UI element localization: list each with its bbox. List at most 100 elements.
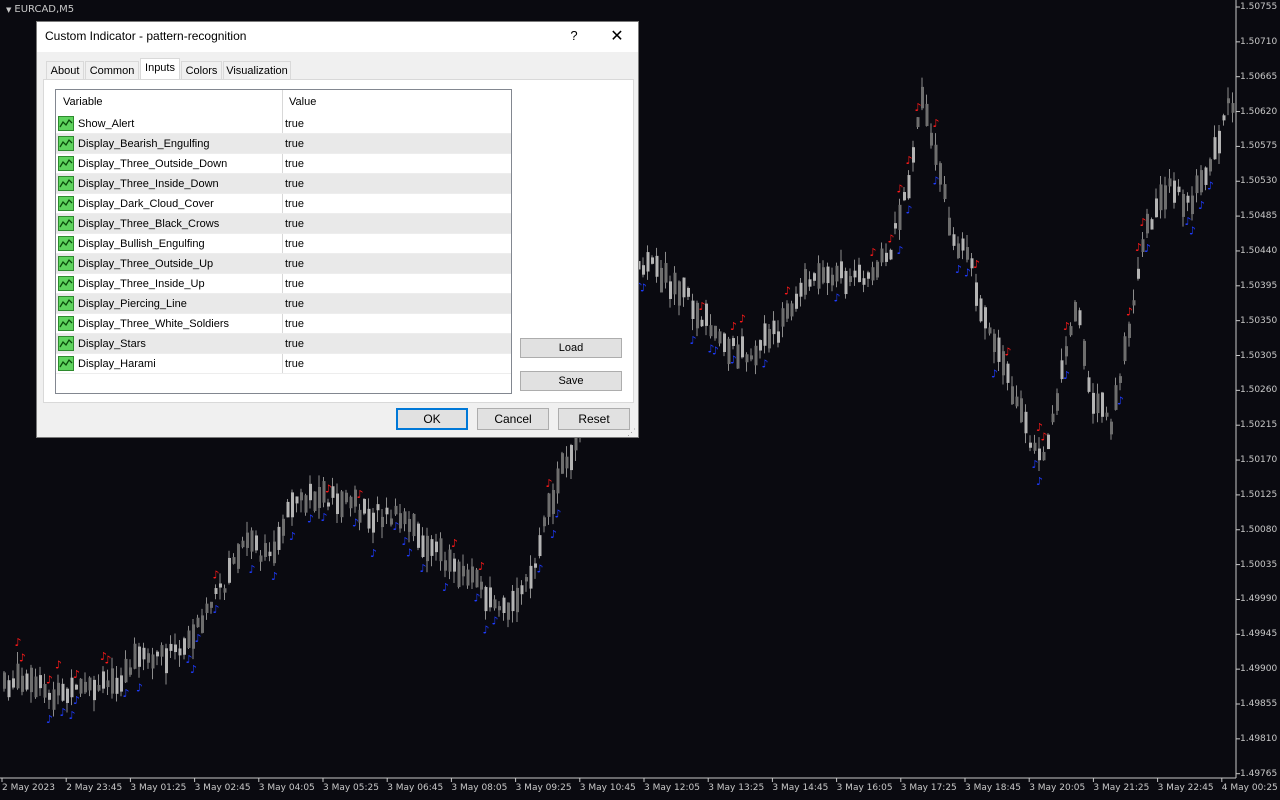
price-tick-label: 1.50395 (1240, 280, 1278, 291)
bullish-pattern-icon: ♪ (897, 244, 904, 257)
time-tick-label: 3 May 12:05 (644, 783, 700, 793)
bullish-pattern-icon: ♪ (393, 520, 400, 533)
close-button[interactable]: ✕ (607, 26, 627, 46)
bullish-pattern-icon: ♪ (69, 709, 76, 722)
table-row[interactable]: Display_Three_White_Soldiers true (56, 314, 511, 334)
table-row[interactable]: Display_Piercing_Line true (56, 294, 511, 314)
bullish-pattern-icon: ♪ (834, 291, 841, 304)
variable-value[interactable]: true (285, 358, 304, 370)
column-header-variable[interactable]: Variable (63, 96, 103, 108)
bearish-pattern-icon: ♪ (1041, 430, 1048, 443)
bullish-pattern-icon: ♪ (1063, 369, 1070, 382)
reset-button[interactable]: Reset (558, 408, 630, 430)
price-tick-label: 1.50440 (1240, 245, 1278, 256)
time-tick-label: 2 May 2023 (2, 783, 55, 793)
table-row[interactable]: Display_Three_Inside_Up true (56, 274, 511, 294)
help-button[interactable]: ? (567, 28, 581, 43)
cancel-button[interactable]: Cancel (477, 408, 549, 430)
table-row[interactable]: Display_Bullish_Engulfing true (56, 234, 511, 254)
variable-value[interactable]: true (285, 338, 304, 350)
variable-value[interactable]: true (285, 158, 304, 170)
variable-name: Display_Stars (78, 338, 146, 350)
variable-value[interactable]: true (285, 178, 304, 190)
variable-icon (58, 136, 74, 151)
price-tick-label: 1.50080 (1240, 524, 1278, 535)
variable-value[interactable]: true (285, 318, 304, 330)
load-button[interactable]: Load (520, 338, 622, 358)
price-tick-label: 1.50710 (1240, 36, 1278, 47)
column-header-value[interactable]: Value (289, 96, 316, 108)
bearish-pattern-icon: ♪ (1135, 241, 1142, 254)
variable-value[interactable]: true (285, 278, 304, 290)
inputs-grid[interactable]: Variable Value Show_Alert true Display_Bea… (55, 89, 512, 394)
variable-icon (58, 116, 74, 131)
table-row[interactable]: Show_Alert true (56, 114, 511, 134)
price-tick-label: 1.50035 (1240, 559, 1278, 570)
bearish-pattern-icon: ♪ (870, 246, 877, 259)
variable-icon (58, 356, 74, 371)
table-row[interactable]: Display_Three_Black_Crows true (56, 214, 511, 234)
bearish-pattern-icon: ♪ (739, 312, 746, 325)
price-tick-label: 1.50170 (1240, 455, 1278, 466)
variable-value[interactable]: true (285, 198, 304, 210)
table-row[interactable]: Display_Stars true (56, 334, 511, 354)
tab-common[interactable]: Common (85, 61, 139, 79)
table-row[interactable]: Display_Three_Inside_Down true (56, 174, 511, 194)
time-tick-label: 3 May 17:25 (900, 783, 957, 793)
dropdown-triangle-icon[interactable]: ▼ (6, 6, 11, 14)
time-tick-label: 2 May 23:45 (66, 783, 123, 793)
variable-value[interactable]: true (285, 298, 304, 310)
bullish-pattern-icon: ♪ (195, 632, 202, 645)
variable-icon (58, 296, 74, 311)
bearish-pattern-icon: ♪ (15, 636, 22, 649)
bearish-pattern-icon: ♪ (906, 154, 913, 167)
bullish-pattern-icon: ♪ (321, 511, 328, 524)
bullish-pattern-icon: ♪ (442, 581, 449, 594)
variable-value[interactable]: true (285, 238, 304, 250)
variable-name: Display_Harami (78, 358, 156, 370)
table-row[interactable]: Display_Three_Outside_Up true (56, 254, 511, 274)
variable-name: Display_Bullish_Engulfing (78, 238, 205, 250)
bearish-pattern-icon: ♪ (730, 320, 737, 333)
time-tick-label: 3 May 09:25 (515, 783, 572, 793)
tab-colors[interactable]: Colors (181, 61, 222, 79)
table-row[interactable]: Display_Harami true (56, 354, 511, 374)
bearish-pattern-icon: ♪ (1126, 306, 1133, 319)
time-tick-label: 3 May 05:25 (323, 783, 379, 793)
variable-value[interactable]: true (285, 218, 304, 230)
save-button[interactable]: Save (520, 371, 622, 391)
candle (979, 294, 983, 323)
tab-about[interactable]: About (46, 61, 84, 79)
bullish-pattern-icon: ♪ (213, 603, 220, 616)
variable-name: Display_Three_Outside_Down (78, 158, 228, 170)
variable-icon (58, 216, 74, 231)
candle (313, 491, 317, 513)
bearish-pattern-icon: ♪ (19, 652, 26, 665)
table-row[interactable]: Display_Bearish_Engulfing true (56, 134, 511, 154)
bullish-pattern-icon: ♪ (483, 624, 490, 637)
price-tick-label: 1.50665 (1240, 71, 1278, 82)
variable-icon (58, 176, 74, 191)
time-tick-label: 3 May 14:45 (772, 783, 829, 793)
variable-value[interactable]: true (285, 118, 304, 130)
custom-indicator-dialog: Custom Indicator - pattern-recognition ?… (36, 21, 639, 438)
table-row[interactable]: Display_Dark_Cloud_Cover true (56, 194, 511, 214)
table-row[interactable]: Display_Three_Outside_Down true (56, 154, 511, 174)
price-tick-label: 1.49810 (1240, 733, 1278, 744)
bearish-pattern-icon: ♪ (546, 477, 553, 490)
variable-value[interactable]: true (285, 258, 304, 270)
ok-button[interactable]: OK (396, 408, 468, 430)
candle (1047, 433, 1050, 450)
tab-inputs[interactable]: Inputs (140, 58, 180, 80)
price-tick-label: 1.49945 (1240, 629, 1278, 640)
bullish-pattern-icon: ♪ (964, 266, 971, 279)
candle (1150, 217, 1154, 230)
dialog-titlebar[interactable]: Custom Indicator - pattern-recognition ?… (37, 22, 638, 52)
variable-value[interactable]: true (285, 138, 304, 150)
tab-visualization[interactable]: Visualization (223, 61, 291, 79)
time-tick-label: 3 May 20:05 (1029, 783, 1086, 793)
candle (876, 259, 879, 280)
grid-header: Variable Value (56, 90, 511, 114)
bearish-pattern-icon: ♪ (73, 668, 80, 681)
resize-grip-icon[interactable]: ⋰ (627, 427, 636, 438)
